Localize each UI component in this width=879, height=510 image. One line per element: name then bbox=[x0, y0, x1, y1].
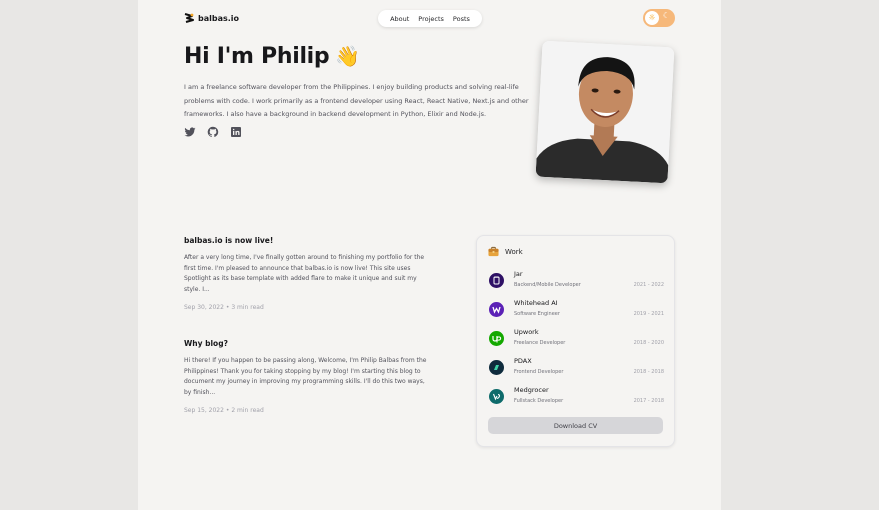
work-item: Whitehead AI Software Engineer 2019 - 20… bbox=[489, 299, 664, 321]
nav-about[interactable]: About bbox=[390, 15, 409, 23]
post-date: Sep 30, 2022 bbox=[184, 304, 224, 311]
moon-icon: ☾ bbox=[662, 11, 670, 20]
job-dates: 2019 - 2021 bbox=[633, 311, 664, 317]
post-excerpt: Hi there! If you happen to be passing al… bbox=[184, 357, 427, 396]
job-dates: 2018 - 2020 bbox=[633, 340, 664, 346]
logo-text: balbas.io bbox=[198, 13, 240, 23]
post-card[interactable]: Why blog? Hi there! If you happen to be … bbox=[184, 339, 434, 414]
whitehead-logo bbox=[489, 302, 504, 317]
work-item: Jar Backend/Mobile Developer 2021 - 2022 bbox=[489, 270, 664, 292]
social-links bbox=[184, 126, 242, 138]
logo-icon bbox=[184, 13, 194, 23]
work-card: Work Jar Backend/Mobile Developer 2021 -… bbox=[476, 235, 675, 447]
download-cv-button[interactable]: Download CV bbox=[488, 417, 663, 434]
wave-emoji: 👋 bbox=[335, 44, 360, 68]
post-read-time: 3 min read bbox=[231, 304, 264, 311]
hero-title-text: Hi I'm Philip bbox=[184, 44, 330, 69]
post-read-time: 2 min read bbox=[231, 407, 264, 414]
profile-photo bbox=[535, 40, 675, 184]
job-dates: 2017 - 2018 bbox=[633, 398, 664, 404]
hero-title: Hi I'm Philip 👋 bbox=[184, 44, 360, 69]
job-role: Freelance Developer bbox=[514, 340, 566, 346]
hero-intro: I am a freelance software developer from… bbox=[184, 83, 529, 118]
post-meta: Sep 15, 2022 • 2 min read bbox=[184, 407, 434, 414]
post-date: Sep 15, 2022 bbox=[184, 407, 224, 414]
post-excerpt: After a very long time, I've finally got… bbox=[184, 254, 425, 293]
work-title: Work bbox=[505, 247, 523, 256]
nav-posts[interactable]: Posts bbox=[453, 15, 470, 23]
nav-projects[interactable]: Projects bbox=[418, 15, 444, 23]
job-company: Jar bbox=[514, 270, 523, 278]
job-dates: 2018 - 2018 bbox=[633, 369, 664, 375]
work-item: Upwork Freelance Developer 2018 - 2020 bbox=[489, 328, 664, 350]
main-nav: About Projects Posts bbox=[378, 10, 482, 27]
post-title[interactable]: balbas.io is now live! bbox=[184, 236, 434, 245]
job-role: Frontend Developer bbox=[514, 369, 564, 375]
profile-portrait bbox=[535, 40, 675, 184]
linkedin-icon[interactable] bbox=[230, 126, 242, 138]
post-meta: Sep 30, 2022 • 3 min read bbox=[184, 304, 434, 311]
twitter-icon[interactable] bbox=[184, 126, 196, 138]
job-company: Whitehead AI bbox=[514, 299, 558, 307]
jar-logo bbox=[489, 273, 504, 288]
briefcase-icon bbox=[488, 246, 499, 257]
pdax-logo bbox=[489, 360, 504, 375]
post-card[interactable]: balbas.io is now live! After a very long… bbox=[184, 236, 434, 311]
github-icon[interactable] bbox=[207, 126, 219, 138]
job-dates: 2021 - 2022 bbox=[633, 282, 664, 288]
job-company: PDAX bbox=[514, 357, 532, 365]
site-logo[interactable]: balbas.io bbox=[184, 13, 239, 23]
theme-toggle[interactable]: ☼ ☾ bbox=[643, 9, 675, 27]
job-role: Backend/Mobile Developer bbox=[514, 282, 581, 288]
page-container: balbas.io About Projects Posts ☼ ☾ Hi I'… bbox=[138, 0, 721, 510]
post-title[interactable]: Why blog? bbox=[184, 339, 434, 348]
sun-icon: ☼ bbox=[645, 11, 659, 25]
job-company: Medgrocer bbox=[514, 386, 549, 394]
work-card-header: Work bbox=[488, 246, 523, 257]
job-company: Upwork bbox=[514, 328, 539, 336]
job-role: Software Engineer bbox=[514, 311, 560, 317]
work-item: PDAX Frontend Developer 2018 - 2018 bbox=[489, 357, 664, 379]
medgrocer-logo bbox=[489, 389, 504, 404]
job-role: Fullstack Developer bbox=[514, 398, 564, 404]
work-item: Medgrocer Fullstack Developer 2017 - 201… bbox=[489, 386, 664, 408]
upwork-logo bbox=[489, 331, 504, 346]
